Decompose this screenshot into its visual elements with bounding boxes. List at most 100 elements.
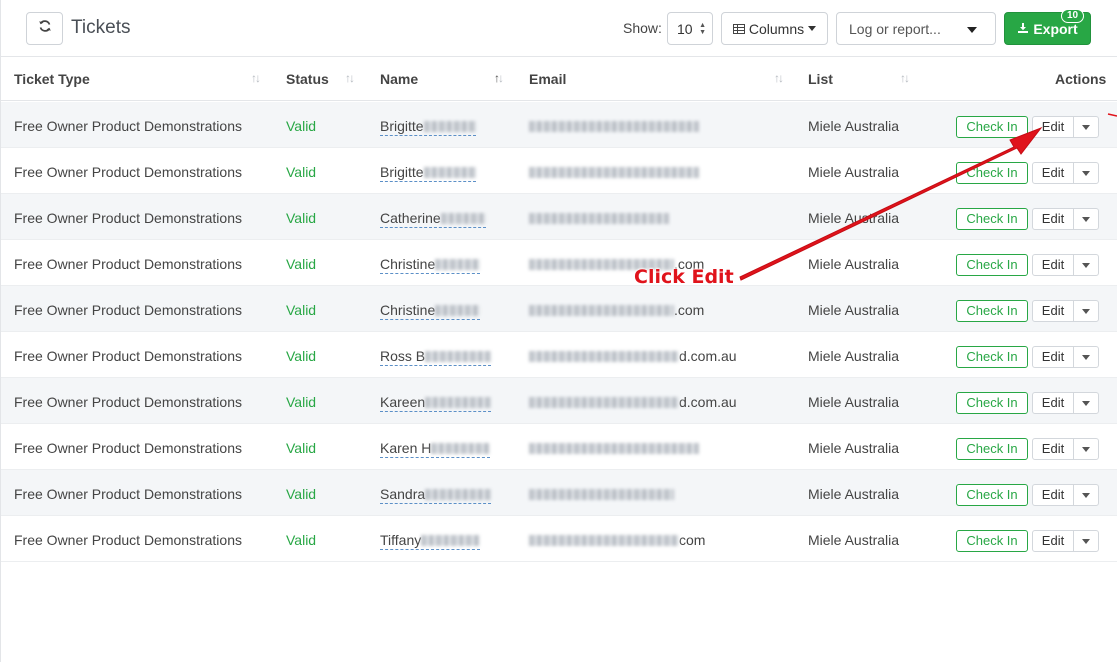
cell-list: Miele Australia [808,532,900,548]
redacted-text [529,397,679,408]
cell-list: Miele Australia [808,210,900,226]
cell-name[interactable]: Karen H [380,440,491,458]
cell-ticket-type: Free Owner Product Demonstrations [14,210,242,226]
columns-button[interactable]: Columns [721,12,828,45]
cell-name[interactable]: Ross B [380,348,492,366]
name-text: Brigitte [380,118,424,134]
name-link[interactable]: Karen H [380,440,491,458]
edit-dropdown-toggle[interactable] [1074,163,1098,183]
cell-status: Valid [286,118,317,134]
edit-button[interactable]: Edit [1033,439,1074,459]
redacted-text [529,535,679,546]
header-status[interactable]: Status [286,71,329,87]
cell-name[interactable]: Christine [380,256,481,274]
email-text: d.com.au [679,348,737,364]
edit-button[interactable]: Edit [1033,485,1074,505]
check-in-button[interactable]: Check In [956,208,1028,230]
edit-button[interactable]: Edit [1033,255,1074,275]
name-link[interactable]: Sandra [380,486,492,504]
cell-email [529,118,699,134]
refresh-button[interactable] [26,12,63,45]
name-text: Sandra [380,486,426,502]
cell-list: Miele Australia [808,256,900,272]
toolbar: Tickets Show: 10 ▲ ▼ Columns Log or repor… [1,0,1117,57]
edit-button[interactable]: Edit [1033,347,1074,367]
report-placeholder: Log or report... [849,21,941,37]
edit-button-group: Edit [1032,530,1099,552]
caret-down-icon [967,27,977,33]
name-link[interactable]: Christine [380,256,481,274]
edit-dropdown-toggle[interactable] [1074,531,1098,551]
edit-button[interactable]: Edit [1033,117,1074,137]
redacted-text [421,535,481,546]
cell-status: Valid [286,164,317,180]
check-in-button[interactable]: Check In [956,116,1028,138]
cell-list: Miele Australia [808,440,900,456]
name-link[interactable]: Kareen [380,394,492,412]
cell-name[interactable]: Brigitte [380,118,476,136]
email-text: com [679,532,706,548]
cell-name[interactable]: Kareen [380,394,492,412]
name-link[interactable]: Christine [380,302,481,320]
page-size-select[interactable]: 10 ▲ ▼ [667,12,713,45]
header-ticket-type[interactable]: Ticket Type [14,71,90,87]
cell-name[interactable]: Tiffany [380,532,481,550]
edit-button-group: Edit [1032,300,1099,322]
cell-list: Miele Australia [808,486,900,502]
page-title: Tickets [71,17,131,38]
check-in-button[interactable]: Check In [956,346,1028,368]
redacted-text [425,397,492,408]
sort-icon[interactable]: ↑↓ [900,71,910,85]
cell-name[interactable]: Catherine [380,210,486,228]
check-in-button[interactable]: Check In [956,162,1028,184]
check-in-button[interactable]: Check In [956,300,1028,322]
name-link[interactable]: Brigitte [380,164,476,182]
cell-ticket-type: Free Owner Product Demonstrations [14,164,242,180]
updown-icon: ▲ ▼ [699,22,706,36]
cell-name[interactable]: Sandra [380,486,492,504]
name-link[interactable]: Ross B [380,348,492,366]
caret-down-icon [1082,216,1090,222]
caret-down-icon [1082,262,1090,268]
sort-icon[interactable]: ↑↓ [251,71,261,85]
check-in-button[interactable]: Check In [956,438,1028,460]
name-link[interactable]: Catherine [380,210,486,228]
edit-button-group: Edit [1032,392,1099,414]
name-link[interactable]: Brigitte [380,118,476,136]
check-in-button[interactable]: Check In [956,484,1028,506]
edit-dropdown-toggle[interactable] [1074,301,1098,321]
header-list[interactable]: List [808,71,833,87]
check-in-button[interactable]: Check In [956,530,1028,552]
cell-ticket-type: Free Owner Product Demonstrations [14,302,242,318]
edit-button[interactable]: Edit [1033,301,1074,321]
sort-asc-icon[interactable]: ↑↓ [494,71,504,85]
edit-dropdown-toggle[interactable] [1074,117,1098,137]
edit-button[interactable]: Edit [1033,209,1074,229]
email-text: .com [674,302,705,318]
cell-ticket-type: Free Owner Product Demonstrations [14,348,242,364]
edit-dropdown-toggle[interactable] [1074,485,1098,505]
edit-button[interactable]: Edit [1033,531,1074,551]
edit-dropdown-toggle[interactable] [1074,209,1098,229]
check-in-button[interactable]: Check In [956,392,1028,414]
header-name[interactable]: Name [380,71,418,87]
table-icon [732,21,745,37]
check-in-button[interactable]: Check In [956,254,1028,276]
cell-list: Miele Australia [808,348,900,364]
sort-icon[interactable]: ↑↓ [774,71,784,85]
edit-dropdown-toggle[interactable] [1074,347,1098,367]
show-label: Show: [623,20,662,36]
report-select[interactable]: Log or report... [836,12,996,45]
edit-dropdown-toggle[interactable] [1074,439,1098,459]
sort-icon[interactable]: ↑↓ [345,71,355,85]
cell-name[interactable]: Brigitte [380,164,476,182]
caret-down-icon [1082,538,1090,544]
edit-button[interactable]: Edit [1033,393,1074,413]
name-link[interactable]: Tiffany [380,532,481,550]
cell-name[interactable]: Christine [380,302,481,320]
edit-dropdown-toggle[interactable] [1074,393,1098,413]
edit-dropdown-toggle[interactable] [1074,255,1098,275]
edit-button[interactable]: Edit [1033,163,1074,183]
header-email[interactable]: Email [529,71,566,87]
edit-button-group: Edit [1032,254,1099,276]
